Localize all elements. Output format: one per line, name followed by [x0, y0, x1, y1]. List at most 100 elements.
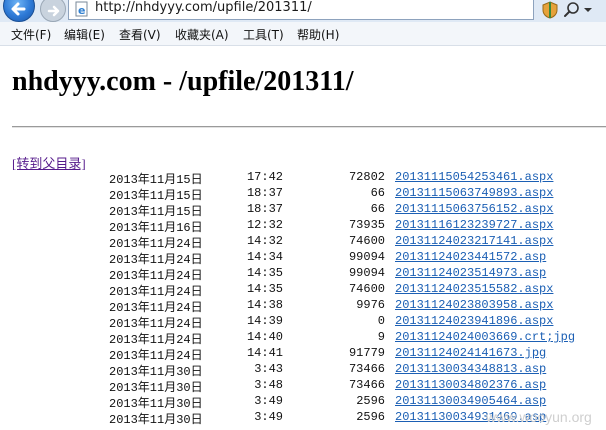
- file-size: 99094: [348, 250, 385, 264]
- file-size: 9976: [356, 298, 385, 312]
- file-row: 2013年11月24日 14:35 74600 20131124023515582.a…: [0, 282, 606, 299]
- file-time: 3:49: [254, 410, 283, 424]
- file-date: 2013年11月30日: [109, 397, 203, 411]
- file-date: 2013年11月24日: [109, 333, 203, 347]
- file-link[interactable]: 20131124023515582.aspx: [395, 282, 553, 296]
- chevron-down-icon[interactable]: [584, 6, 592, 14]
- file-size: 99094: [348, 266, 385, 280]
- file-date: 2013年11月16日: [109, 221, 203, 235]
- ie-page-icon: e: [75, 1, 88, 17]
- file-date: 2013年11月15日: [109, 189, 203, 203]
- forward-arrow-icon: [47, 5, 60, 17]
- search-icon[interactable]: [563, 1, 581, 19]
- file-size: 73466: [348, 378, 385, 392]
- file-link[interactable]: 20131115063749893.aspx: [395, 186, 553, 200]
- file-size: 0: [377, 314, 385, 328]
- browser-toolbar: e http://nhdyyy.com/upfile/201311/: [0, 0, 606, 22]
- file-time: 18:37: [246, 186, 283, 200]
- file-link[interactable]: 20131124024141673.jpg: [395, 346, 546, 360]
- menu-favorites[interactable]: 收藏夹(A): [175, 26, 229, 43]
- file-row: 2013年11月24日 14:39 0 20131124023941896.aspx: [0, 314, 606, 331]
- file-row: 2013年11月24日 14:38 9976 20131124023803958.as…: [0, 298, 606, 315]
- file-link[interactable]: 20131115054253461.aspx: [395, 170, 553, 184]
- file-row: 2013年11月15日 17:42 72802 20131115054253461.a…: [0, 170, 606, 187]
- menu-view[interactable]: 查看(V): [119, 26, 161, 43]
- svg-text:e: e: [78, 4, 85, 17]
- file-link[interactable]: 20131124023514973.asp: [395, 266, 546, 280]
- file-row: 2013年11月30日 3:49 2596 20131130034905464.asp: [0, 394, 606, 411]
- file-row: 2013年11月24日 14:34 99094 20131124023441572.a…: [0, 250, 606, 267]
- file-time: 14:41: [246, 346, 283, 360]
- file-date: 2013年11月30日: [109, 381, 203, 395]
- file-row: 2013年11月24日 14:41 91779 20131124024141673.j…: [0, 346, 606, 363]
- menu-file[interactable]: 文件(F): [11, 26, 51, 43]
- file-size: 2596: [356, 394, 385, 408]
- file-row: 2013年11月30日 3:43 73466 20131130034348813.as…: [0, 362, 606, 379]
- file-time: 3:49: [254, 394, 283, 408]
- page-title: nhdyyy.com - /upfile/201311/: [12, 66, 354, 97]
- file-time: 3:43: [254, 362, 283, 376]
- file-link[interactable]: 20131124023803958.aspx: [395, 298, 553, 312]
- file-row: 2013年11月24日 14:35 99094 20131124023514973.a…: [0, 266, 606, 283]
- file-date: 2013年11月15日: [109, 205, 203, 219]
- file-size: 2596: [356, 410, 385, 424]
- file-link[interactable]: 20131115063756152.aspx: [395, 202, 553, 216]
- file-link[interactable]: 20131130034802376.asp: [395, 378, 546, 392]
- file-link[interactable]: 20131130034348813.asp: [395, 362, 546, 376]
- compatibility-view-icon[interactable]: [540, 0, 560, 20]
- file-size: 74600: [348, 282, 385, 296]
- file-link[interactable]: 20131124023441572.asp: [395, 250, 546, 264]
- forward-button[interactable]: [40, 0, 66, 22]
- file-row: 2013年11月15日 18:37 66 20131115063756152.aspx: [0, 202, 606, 219]
- file-date: 2013年11月24日: [109, 269, 203, 283]
- file-date: 2013年11月24日: [109, 237, 203, 251]
- file-time: 18:37: [246, 202, 283, 216]
- address-bar[interactable]: e http://nhdyyy.com/upfile/201311/: [68, 0, 534, 20]
- file-size: 73935: [348, 218, 385, 232]
- file-link[interactable]: 20131124023217141.aspx: [395, 234, 553, 248]
- file-time: 14:35: [246, 282, 283, 296]
- divider: [12, 126, 606, 128]
- file-row: 2013年11月16日 12:32 73935 20131116123239727.a…: [0, 218, 606, 235]
- file-date: 2013年11月15日: [109, 173, 203, 187]
- file-time: 14:32: [246, 234, 283, 248]
- menu-tools[interactable]: 工具(T): [243, 26, 284, 43]
- file-size: 9: [377, 330, 385, 344]
- file-time: 14:39: [246, 314, 283, 328]
- file-time: 12:32: [246, 218, 283, 232]
- file-date: 2013年11月24日: [109, 301, 203, 315]
- file-row: 2013年11月15日 18:37 66 20131115063749893.aspx: [0, 186, 606, 203]
- menu-bar: 文件(F) 编辑(E) 查看(V) 收藏夹(A) 工具(T) 帮助(H): [0, 22, 606, 46]
- watermark: www.wooyun.org: [486, 409, 592, 425]
- file-row: 2013年11月24日 14:40 9 20131124024003669.crt;j…: [0, 330, 606, 347]
- url-text[interactable]: http://nhdyyy.com/upfile/201311/: [95, 0, 312, 15]
- file-date: 2013年11月30日: [109, 413, 203, 427]
- file-size: 74600: [348, 234, 385, 248]
- file-link[interactable]: 20131116123239727.aspx: [395, 218, 553, 232]
- menu-edit[interactable]: 编辑(E): [64, 26, 105, 43]
- file-row: 2013年11月24日 14:32 74600 20131124023217141.a…: [0, 234, 606, 251]
- file-time: 14:35: [246, 266, 283, 280]
- file-date: 2013年11月24日: [109, 253, 203, 267]
- file-row: 2013年11月30日 3:48 73466 20131130034802376.as…: [0, 378, 606, 395]
- file-size: 66: [370, 186, 385, 200]
- file-date: 2013年11月24日: [109, 317, 203, 331]
- menu-help[interactable]: 帮助(H): [297, 26, 339, 43]
- file-size: 91779: [348, 346, 385, 360]
- file-time: 14:40: [246, 330, 283, 344]
- file-size: 72802: [348, 170, 385, 184]
- file-time: 3:48: [254, 378, 283, 392]
- file-size: 66: [370, 202, 385, 216]
- back-arrow-icon: [11, 2, 26, 16]
- file-date: 2013年11月24日: [109, 285, 203, 299]
- file-link[interactable]: 20131124024003669.crt;jpg: [395, 330, 575, 344]
- file-size: 73466: [348, 362, 385, 376]
- file-time: 14:38: [246, 298, 283, 312]
- file-link[interactable]: 20131124023941896.aspx: [395, 314, 553, 328]
- file-date: 2013年11月30日: [109, 365, 203, 379]
- back-button[interactable]: [3, 0, 35, 22]
- file-link[interactable]: 20131130034905464.asp: [395, 394, 546, 408]
- file-time: 17:42: [246, 170, 283, 184]
- file-time: 14:34: [246, 250, 283, 264]
- file-date: 2013年11月24日: [109, 349, 203, 363]
